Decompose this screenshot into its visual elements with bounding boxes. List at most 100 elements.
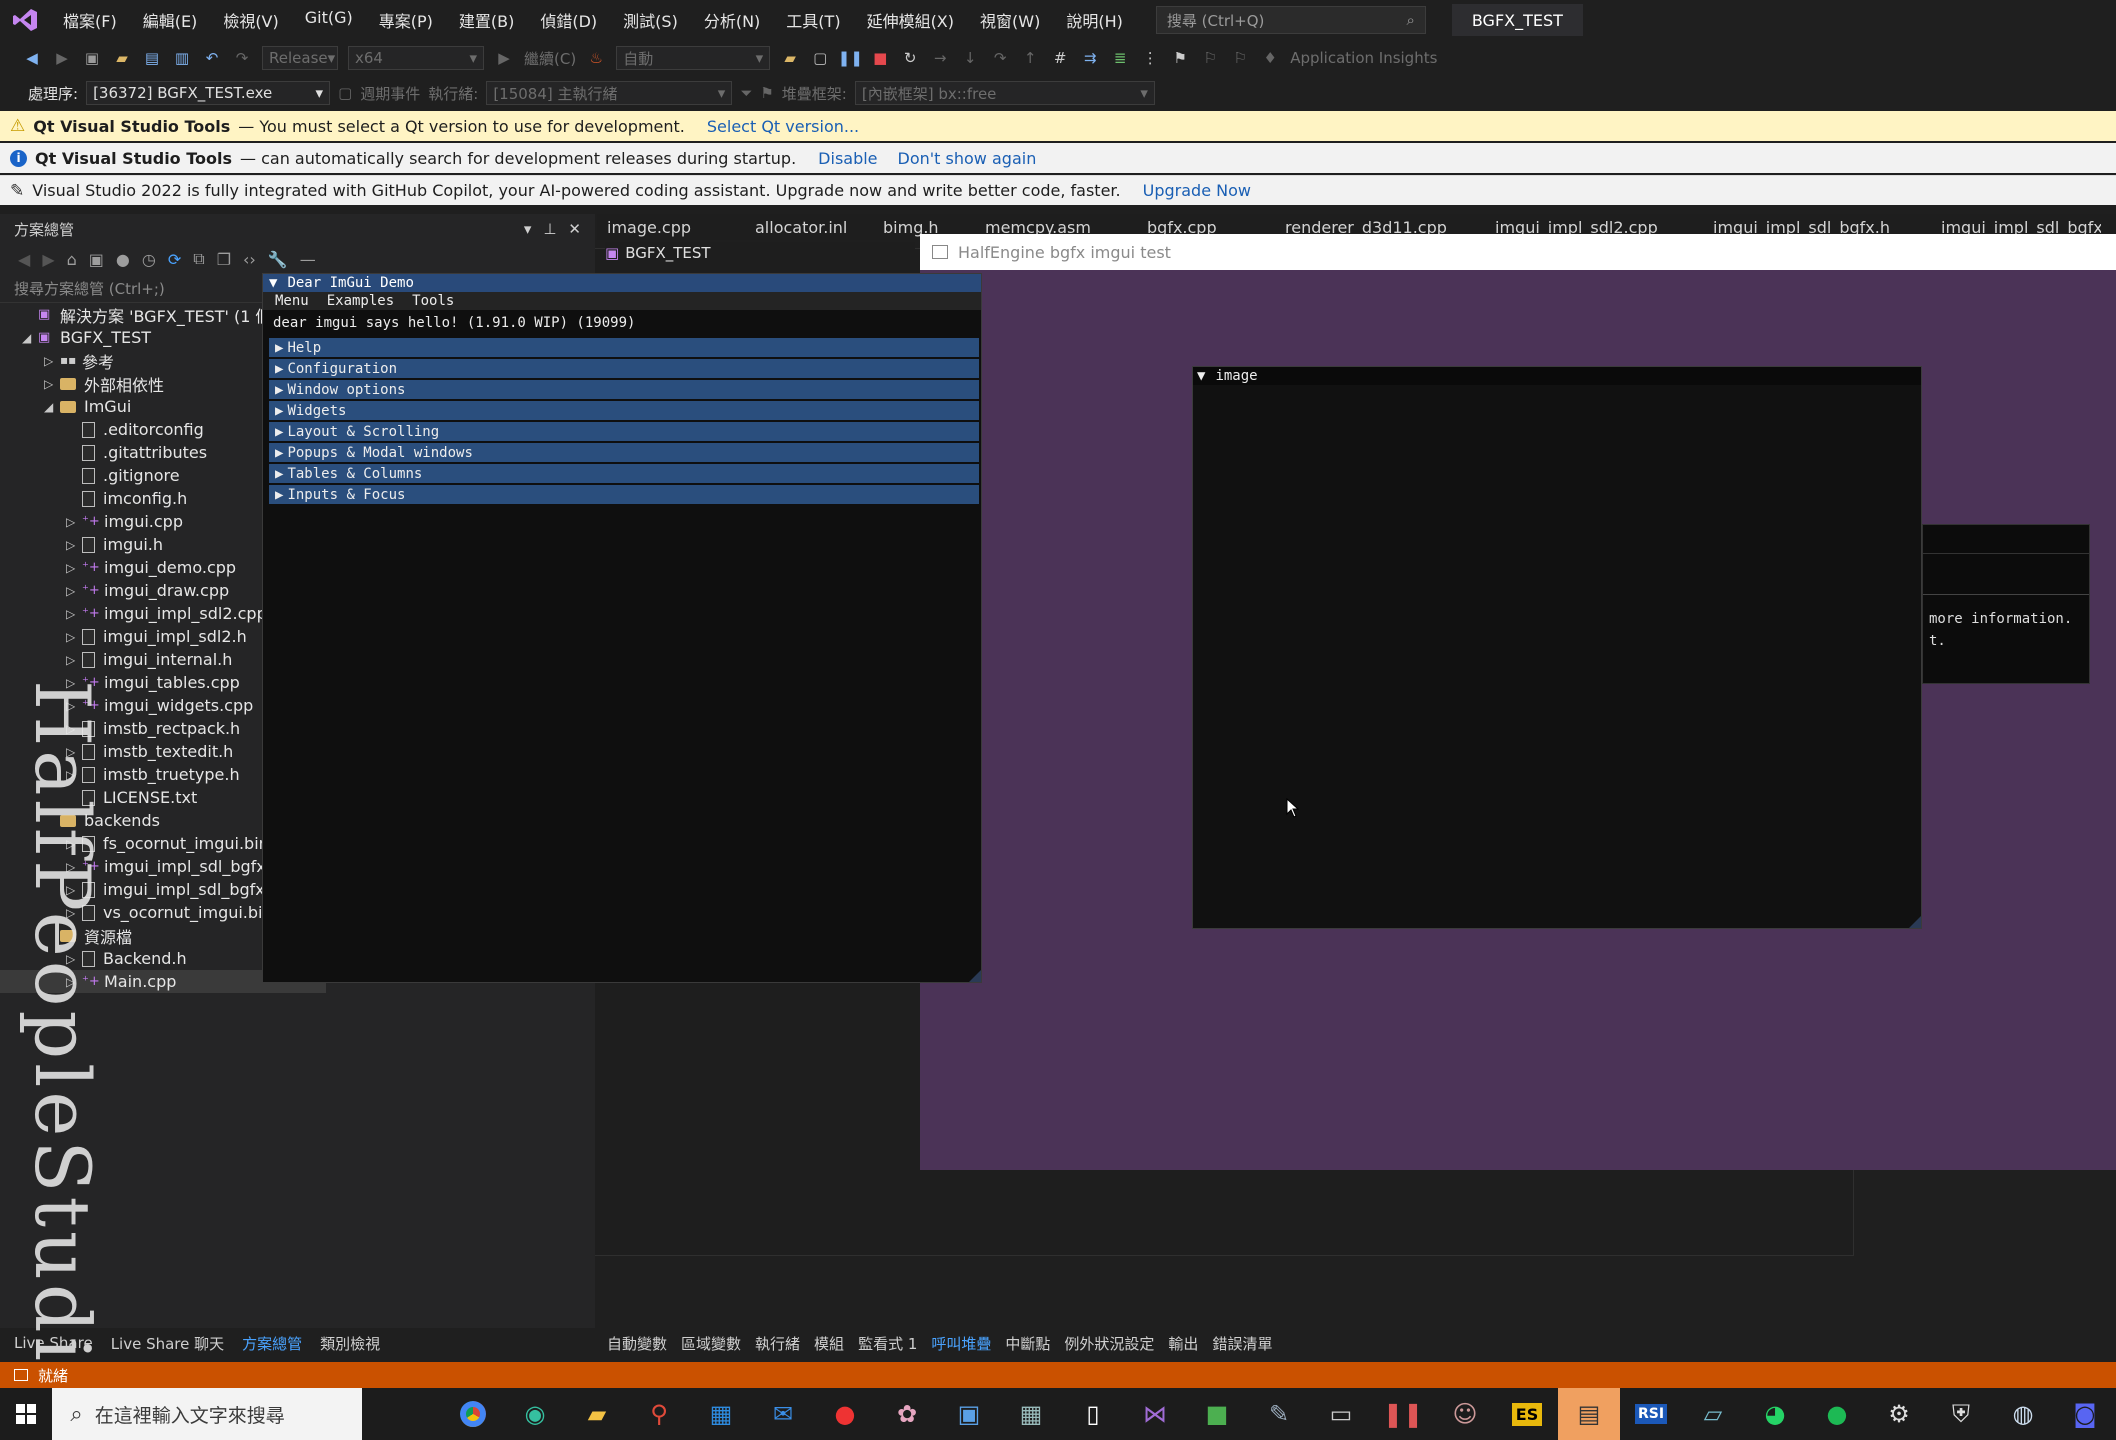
expander-icon[interactable]: ▷: [44, 377, 60, 391]
continue-label[interactable]: 繼續(C): [524, 48, 576, 69]
visual-studio-logo-icon[interactable]: [0, 0, 50, 40]
minecraft-icon[interactable]: ■: [1186, 1388, 1248, 1440]
collapse-triangle-icon[interactable]: ▼: [269, 275, 277, 291]
save-icon[interactable]: ▤: [142, 48, 162, 68]
whatsapp-icon[interactable]: ◕: [1744, 1388, 1806, 1440]
menu-item[interactable]: 視窗(W): [967, 8, 1053, 32]
bottom-tab[interactable]: Live Share 聊天: [111, 1333, 224, 1354]
step-over-icon[interactable]: →: [930, 48, 950, 68]
document-tab[interactable]: allocator.inl: [745, 218, 873, 237]
editor-navigation-bar[interactable]: ▣ BGFX_TEST: [605, 242, 915, 264]
new-item-icon[interactable]: ▣: [82, 48, 102, 68]
menu-item[interactable]: Git(G): [292, 8, 366, 32]
undo-icon[interactable]: ↶: [202, 48, 222, 68]
avatar-app-icon[interactable]: ☺: [1434, 1388, 1496, 1440]
code-icon[interactable]: ‹›: [243, 250, 256, 269]
settings-icon[interactable]: ⚙: [1868, 1388, 1930, 1440]
upgrade-now-link[interactable]: Upgrade Now: [1143, 181, 1251, 200]
close-icon[interactable]: ✕: [568, 220, 581, 238]
folder-icon[interactable]: ▰: [780, 48, 800, 68]
tree-item[interactable]: ▷ ⁺+ imgui_demo.cpp: [66, 556, 236, 579]
tree-item[interactable]: ▷ imgui_internal.h: [66, 648, 232, 671]
auto-select[interactable]: 自動 ▾: [616, 46, 771, 70]
tree-item[interactable]: .gitignore: [66, 464, 180, 487]
imgui-collapsing-header[interactable]: ▶ Layout & Scrolling: [269, 422, 979, 441]
properties-icon[interactable]: 🔧: [268, 250, 288, 269]
configuration-select[interactable]: Release ▾: [262, 46, 338, 70]
back-icon[interactable]: ◀: [18, 250, 30, 269]
tree-item[interactable]: .editorconfig: [66, 418, 204, 441]
format-icon[interactable]: ≣: [1110, 48, 1130, 68]
disable-link[interactable]: Disable: [818, 149, 877, 168]
spotify-icon[interactable]: ●: [1806, 1388, 1868, 1440]
bottom-tab[interactable]: 方案總管: [242, 1333, 302, 1354]
bottom-tab[interactable]: 錯誤清單: [1212, 1333, 1272, 1354]
menu-item[interactable]: 工具(T): [773, 8, 853, 32]
taskbar-search-input[interactable]: ⌕ 在這裡輸入文字來搜尋: [52, 1388, 362, 1440]
document-tab[interactable]: image.cpp: [597, 218, 745, 237]
history-icon[interactable]: ◷: [142, 250, 156, 269]
lifecycle-label[interactable]: 週期事件: [360, 83, 420, 104]
collapse-all-icon[interactable]: ⧉: [193, 249, 204, 269]
tree-item[interactable]: ▷ imgui_impl_sdl2.h: [66, 625, 247, 648]
imgui-collapsing-header[interactable]: ▶ Window options: [269, 380, 979, 399]
thread-select[interactable]: [15084] 主執行緒 ▾: [486, 81, 733, 105]
menu-item[interactable]: 偵錯(D): [527, 8, 610, 32]
app-insights-icon[interactable]: ♦: [1260, 48, 1280, 68]
expander-icon[interactable]: ▷: [66, 515, 82, 529]
steam-icon[interactable]: ◍: [1992, 1388, 2054, 1440]
stack-frame-select[interactable]: [內嵌框架] bx::free ▾: [854, 81, 1155, 105]
search-input[interactable]: 搜尋 (Ctrl+Q) ⌕: [1155, 6, 1426, 34]
flag-icon[interactable]: ⚑: [760, 84, 773, 102]
filter-icon[interactable]: ⏷: [740, 84, 752, 102]
save-all-icon[interactable]: ▥: [172, 48, 192, 68]
brain-app-icon[interactable]: ✿: [876, 1388, 938, 1440]
imgui-collapsing-header[interactable]: ▶ Tables & Columns: [269, 464, 979, 483]
imgui-collapsing-header[interactable]: ▶ Inputs & Focus: [269, 485, 979, 504]
bottom-tab[interactable]: 執行緒: [755, 1333, 800, 1354]
bottom-tab[interactable]: 類別檢視: [320, 1333, 380, 1354]
tree-item[interactable]: ▷ ⁺+ imgui_impl_sdl2.cpp: [66, 602, 267, 625]
refresh-icon[interactable]: ⟳: [168, 250, 181, 269]
rsi-icon[interactable]: RSI: [1620, 1388, 1682, 1440]
image-window[interactable]: ▼ image: [1192, 366, 1922, 929]
tree-item[interactable]: imconfig.h: [66, 487, 187, 510]
imgui-collapsing-header[interactable]: ▶ Widgets: [269, 401, 979, 420]
tree-item[interactable]: ◢ ImGui: [44, 395, 131, 418]
books-icon[interactable]: ❚❚: [1372, 1388, 1434, 1440]
imgui-menu-item[interactable]: Menu: [275, 293, 309, 309]
bottom-tab[interactable]: 例外狀況設定: [1064, 1333, 1154, 1354]
resize-grip-icon[interactable]: [1909, 916, 1921, 928]
menu-item[interactable]: 檔案(F): [50, 8, 130, 32]
mail-icon[interactable]: ✉: [752, 1388, 814, 1440]
notes-icon[interactable]: ▱: [1682, 1388, 1744, 1440]
tree-item[interactable]: ◢ ▣ BGFX_TEST: [22, 326, 151, 349]
bottom-tab[interactable]: 模組: [814, 1333, 844, 1354]
draw-app-icon[interactable]: ✎: [1248, 1388, 1310, 1440]
pause-icon[interactable]: ❚❚: [838, 48, 863, 68]
menu-item[interactable]: 專案(P): [366, 8, 446, 32]
store-icon[interactable]: ▦: [690, 1388, 752, 1440]
switch-view-icon[interactable]: ▣: [89, 250, 104, 269]
active-app-icon[interactable]: ▤: [1558, 1388, 1620, 1440]
bottom-tab[interactable]: 中斷點: [1005, 1333, 1050, 1354]
forward-icon[interactable]: ▶: [42, 250, 54, 269]
app-insights-label[interactable]: Application Insights: [1290, 49, 1437, 67]
bookmark-next-icon[interactable]: ⚐: [1230, 48, 1250, 68]
redo-icon[interactable]: ↷: [232, 48, 252, 68]
step-out-icon[interactable]: ↑: [1020, 48, 1040, 68]
home-icon[interactable]: ⌂: [67, 250, 77, 269]
menu-item[interactable]: 測試(S): [610, 8, 691, 32]
hot-reload-icon[interactable]: ♨: [586, 48, 606, 68]
tree-item[interactable]: ▷ ⁺+ imgui_draw.cpp: [66, 579, 229, 602]
comment-icon[interactable]: ⋮: [1140, 48, 1160, 68]
screenshot-icon[interactable]: ▢: [810, 48, 830, 68]
bookmark-prev-icon[interactable]: ⚐: [1200, 48, 1220, 68]
imgui-collapsing-header[interactable]: ▶ Help: [269, 338, 979, 357]
bottom-tab[interactable]: 監看式 1: [858, 1333, 917, 1354]
sync-icon[interactable]: ●: [116, 250, 130, 269]
imgui-menu-item[interactable]: Examples: [327, 293, 394, 309]
menu-item[interactable]: 建置(B): [446, 8, 527, 32]
back-icon[interactable]: ◀: [22, 48, 42, 68]
edge-icon[interactable]: ◉: [504, 1388, 566, 1440]
